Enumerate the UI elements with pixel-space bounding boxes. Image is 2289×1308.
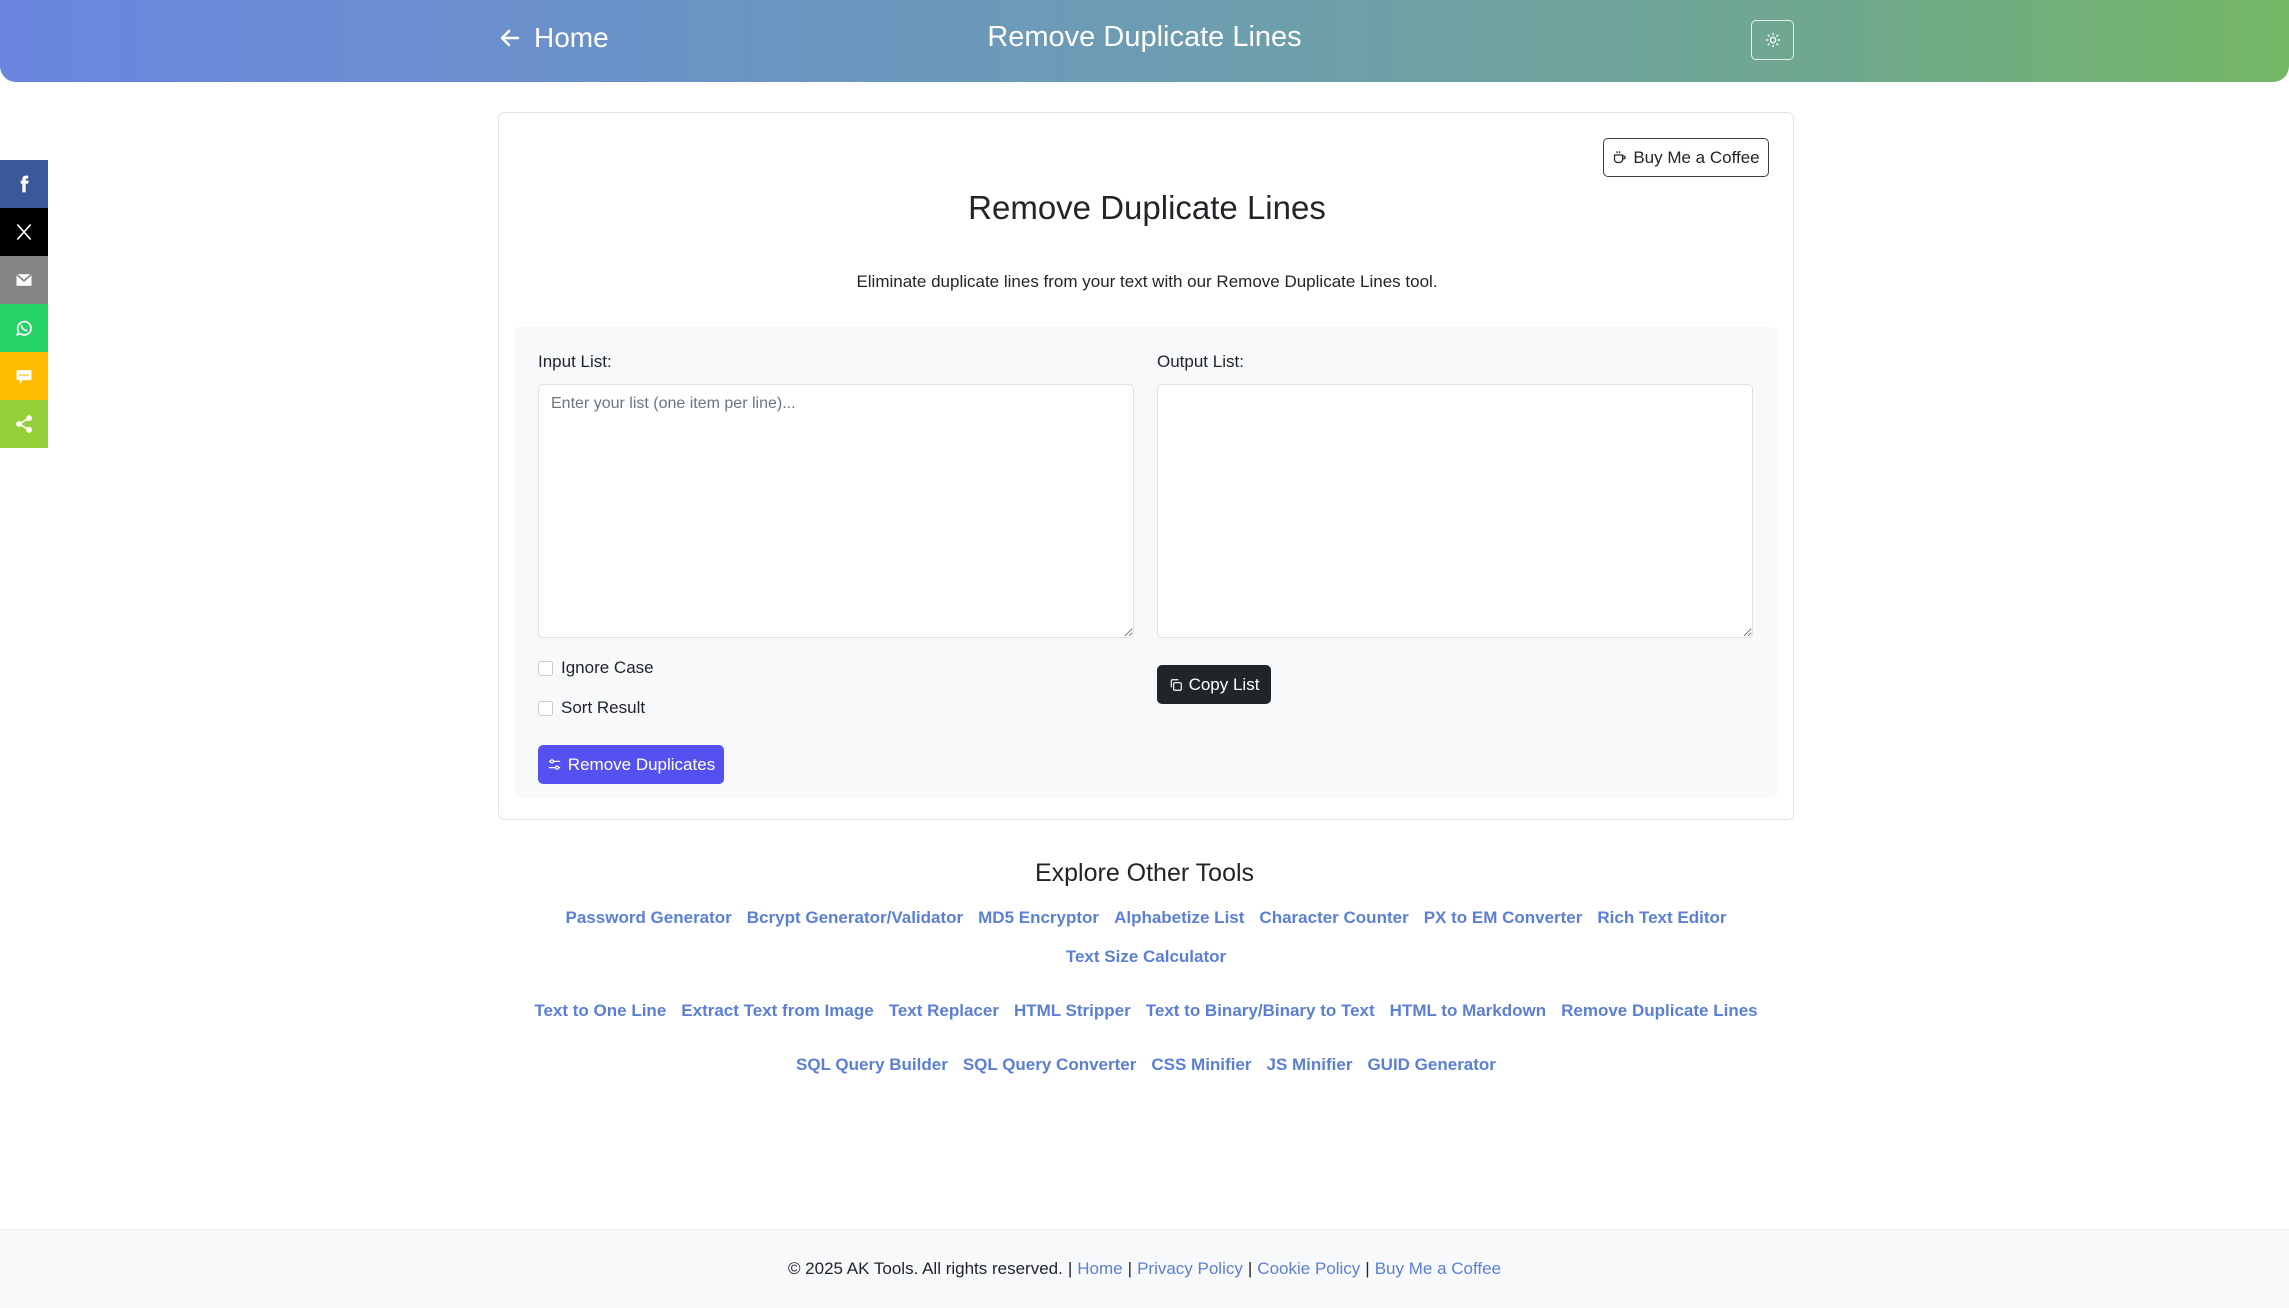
tool-link[interactable]: Text Replacer: [889, 999, 999, 1023]
copy-icon: [1170, 678, 1182, 691]
sliders-icon: [548, 759, 560, 770]
facebook-icon: [20, 175, 29, 193]
tool-link[interactable]: Character Counter: [1259, 906, 1408, 930]
footer-copyright: © 2025 AK Tools. All rights reserved.: [787, 1259, 1063, 1278]
top-header: Home Remove Duplicate Lines: [0, 0, 2289, 82]
footer-link-privacy-policy[interactable]: Privacy Policy: [1137, 1259, 1243, 1279]
explore-tools-links: Password Generator Bcrypt Generator/Valid…: [498, 906, 1794, 1077]
tool-link[interactable]: MD5 Encryptor: [978, 906, 1099, 930]
coffee-cup-icon: [1614, 151, 1627, 164]
page-footer: © 2025 AK Tools. All rights reserved. | …: [0, 1229, 2289, 1308]
tool-link[interactable]: PX to EM Converter: [1424, 906, 1583, 930]
tool-link[interactable]: CSS Minifier: [1151, 1053, 1251, 1077]
explore-tools-heading: Explore Other Tools: [1034, 859, 1255, 887]
tool-card: Buy Me a Coffee Remove Duplicate Lines E…: [498, 112, 1794, 820]
tool-link[interactable]: Remove Duplicate Lines: [1561, 999, 1758, 1023]
copy-list-label: Copy List: [1188, 674, 1260, 694]
tool-link[interactable]: SQL Query Converter: [963, 1053, 1137, 1077]
footer-link-home[interactable]: Home: [1077, 1259, 1122, 1279]
tool-link[interactable]: Text to One Line: [534, 999, 666, 1023]
footer-separator: |: [1365, 1259, 1370, 1278]
remove-duplicates-label: Remove Duplicates: [567, 754, 716, 774]
footer-separator: |: [1067, 1259, 1073, 1278]
tool-panel: Input List: Ignore Case Sort Result Remo…: [515, 327, 1777, 797]
page-description: Eliminate duplicate lines from your text…: [856, 272, 1438, 291]
input-list-label: Input List:: [538, 352, 612, 371]
tool-link[interactable]: Text Size Calculator: [1066, 945, 1226, 969]
whatsapp-icon: [16, 320, 32, 336]
ignore-case-checkbox[interactable]: [538, 660, 553, 676]
share-sidebar: [0, 160, 48, 448]
share-facebook-button[interactable]: [0, 160, 48, 208]
output-list-label: Output List:: [1157, 352, 1244, 371]
share-sharethis-button[interactable]: [0, 400, 48, 448]
ignore-case-label: Ignore Case: [561, 658, 654, 677]
page-title: Remove Duplicate Lines: [968, 189, 1326, 226]
sort-result-label: Sort Result: [561, 698, 646, 717]
share-email-button[interactable]: [0, 256, 48, 304]
copy-list-button[interactable]: Copy List: [1157, 665, 1271, 704]
footer-separator: |: [1247, 1259, 1253, 1278]
share-icon: [16, 415, 32, 433]
theme-toggle-button[interactable]: [1751, 20, 1794, 60]
tool-link[interactable]: HTML Stripper: [1014, 999, 1131, 1023]
ignore-case-option[interactable]: Ignore Case: [538, 658, 654, 678]
sort-result-checkbox[interactable]: [538, 700, 553, 716]
header-title: Remove Duplicate Lines: [987, 21, 1302, 53]
tool-link[interactable]: SQL Query Builder: [796, 1053, 948, 1077]
remove-duplicates-button[interactable]: Remove Duplicates: [538, 745, 724, 784]
output-list-textarea[interactable]: [1157, 384, 1753, 638]
mail-icon: [15, 273, 33, 286]
share-x-button[interactable]: [0, 208, 48, 256]
tool-link[interactable]: Text to Binary/Binary to Text: [1146, 999, 1375, 1023]
footer-link-buy-me-a-coffee[interactable]: Buy Me a Coffee: [1375, 1259, 1501, 1279]
tool-link[interactable]: Rich Text Editor: [1597, 906, 1726, 930]
sun-icon: [1765, 32, 1780, 48]
share-whatsapp-button[interactable]: [0, 304, 48, 352]
tool-link[interactable]: JS Minifier: [1266, 1053, 1352, 1077]
share-sms-button[interactable]: [0, 352, 48, 400]
input-list-textarea[interactable]: [538, 384, 1134, 638]
buy-me-a-coffee-button[interactable]: Buy Me a Coffee: [1603, 138, 1769, 177]
tool-link[interactable]: Password Generator: [566, 906, 732, 930]
buy-me-a-coffee-label: Buy Me a Coffee: [1633, 147, 1760, 167]
tool-link[interactable]: GUID Generator: [1367, 1053, 1495, 1077]
sort-result-option[interactable]: Sort Result: [538, 698, 645, 718]
tool-link[interactable]: HTML to Markdown: [1390, 999, 1546, 1023]
tool-link[interactable]: Bcrypt Generator/Validator: [747, 906, 963, 930]
sms-icon: [16, 370, 32, 384]
tool-link[interactable]: Extract Text from Image: [681, 999, 873, 1023]
tool-link[interactable]: Alphabetize List: [1114, 906, 1244, 930]
footer-separator: |: [1127, 1259, 1133, 1278]
footer-link-cookie-policy[interactable]: Cookie Policy: [1257, 1259, 1360, 1279]
x-icon: [16, 223, 32, 241]
